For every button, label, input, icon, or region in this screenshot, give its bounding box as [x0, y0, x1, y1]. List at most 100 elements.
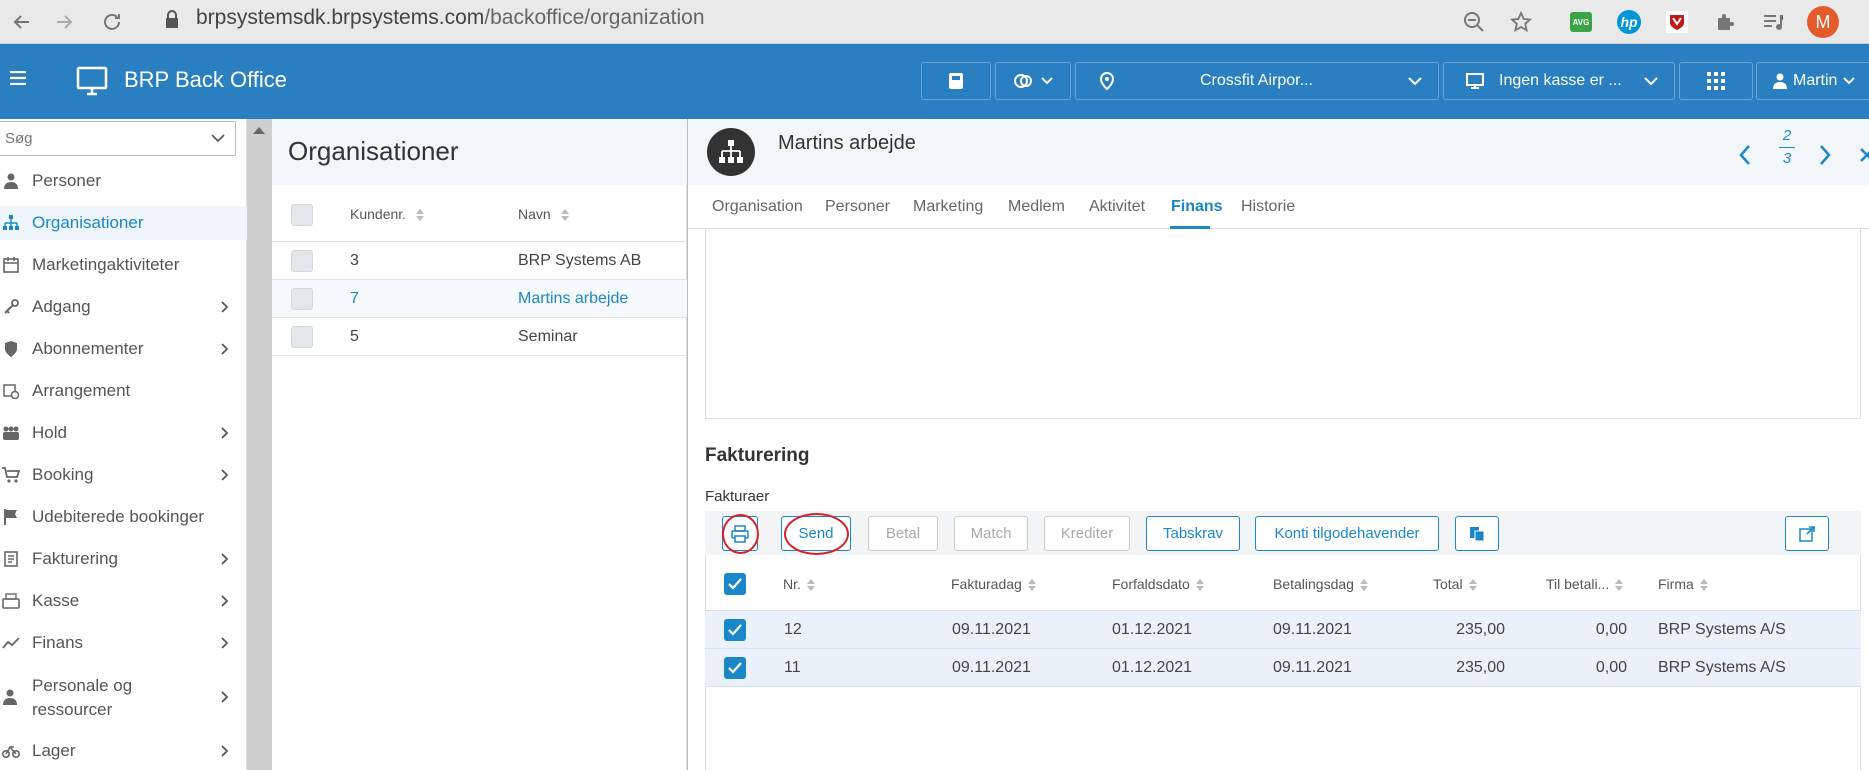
sidebar-item-label: Abonnementer: [32, 339, 144, 358]
browser-toolbar: brpsystemsdk.brpsystems.com/backoffice/o…: [0, 0, 1869, 44]
tab-historie[interactable]: Historie: [1241, 198, 1295, 216]
chevron-down-icon: [1843, 77, 1856, 85]
sidebar-item-kasse[interactable]: Kasse: [0, 584, 247, 618]
sidebar-item-personer[interactable]: Personer: [0, 164, 247, 198]
betal-button[interactable]: Betal: [868, 516, 938, 551]
sidebar-item-abonnementer[interactable]: Abonnementer: [0, 332, 247, 366]
column-header-navn[interactable]: Navn: [518, 206, 569, 222]
extension-mcafee[interactable]: [1663, 8, 1691, 36]
ticket-menu-button[interactable]: [995, 62, 1071, 100]
tab-finans[interactable]: Finans: [1171, 198, 1223, 216]
check-icon: [728, 624, 742, 636]
tab-aktivitet[interactable]: Aktivitet: [1089, 198, 1145, 216]
scroll-up-arrow-icon[interactable]: [253, 126, 265, 134]
app-header: BRP Back Office Crossfit Airpor... Ingen…: [0, 44, 1869, 119]
invoice-row[interactable]: 12 09.11.2021 01.12.2021 09.11.2021 235,…: [705, 611, 1861, 649]
register-selector[interactable]: Ingen kasse er ...: [1443, 62, 1675, 100]
sidebar-item-label: Arrangement: [32, 381, 131, 400]
column-header-label: Fakturadag: [951, 576, 1022, 592]
sidebar-item-hold[interactable]: Hold: [0, 416, 247, 450]
calculator-button[interactable]: [921, 62, 991, 100]
copy-documents-button[interactable]: [1455, 516, 1499, 551]
tab-organisation[interactable]: Organisation: [712, 198, 803, 216]
sidebar-item-udebiterede-bookinger[interactable]: Udebiterede bookinger: [0, 500, 247, 534]
row-checkbox[interactable]: [724, 657, 746, 679]
menu-toggle-button[interactable]: [10, 71, 26, 85]
reload-button[interactable]: [90, 0, 134, 44]
url-host: brpsystemsdk.brpsystems.com: [196, 6, 485, 29]
sidebar-item-label: Fakturering: [32, 549, 118, 568]
column-header-total[interactable]: Total: [1433, 576, 1477, 592]
sidebar-item-label: Lager: [32, 741, 76, 760]
column-header-firma[interactable]: Firma: [1658, 576, 1708, 592]
table-row[interactable]: 3 BRP Systems AB: [272, 242, 687, 280]
extension-avg[interactable]: AVG: [1567, 8, 1595, 36]
tab-personer[interactable]: Personer: [825, 198, 890, 216]
user-menu-button[interactable]: Martin: [1756, 62, 1869, 100]
column-header-label: Firma: [1658, 576, 1694, 592]
column-header-kundenr[interactable]: Kundenr.: [350, 206, 424, 222]
trend-icon: [0, 637, 22, 649]
column-header-label: Til betali...: [1546, 576, 1610, 592]
tab-marketing[interactable]: Marketing: [913, 198, 983, 216]
column-header-nr[interactable]: Nr.: [783, 576, 815, 592]
search-input[interactable]: [0, 122, 197, 155]
column-header-forfaldsdato[interactable]: Forfaldsdato: [1112, 576, 1204, 592]
table-row[interactable]: 7 Martins arbejde: [272, 280, 687, 318]
sidebar-search[interactable]: [0, 121, 236, 156]
next-record-button[interactable]: [1818, 130, 1832, 166]
bookmark-button[interactable]: [1507, 8, 1535, 36]
profile-avatar[interactable]: M: [1807, 6, 1839, 38]
select-all-invoices-checkbox[interactable]: [724, 573, 746, 595]
sidebar-item-label: Kasse: [32, 591, 80, 610]
address-bar[interactable]: brpsystemsdk.brpsystems.com/backoffice/o…: [196, 6, 705, 30]
sidebar-item-booking[interactable]: Booking: [0, 458, 247, 492]
konti-tilgodehavender-button[interactable]: Konti tilgodehavender: [1255, 516, 1439, 551]
mcafee-shield-icon: [1666, 11, 1688, 33]
apps-grid-button[interactable]: [1679, 62, 1753, 100]
row-checkbox[interactable]: [291, 326, 313, 348]
calendar-icon: [0, 257, 22, 273]
sidebar-item-personale-og-ressourcer[interactable]: Personale og ressourcer: [0, 672, 247, 722]
column-header-til-betaling[interactable]: Til betali...: [1546, 576, 1624, 592]
row-checkbox[interactable]: [724, 619, 746, 641]
close-detail-button[interactable]: [1860, 130, 1869, 166]
app-title: BRP Back Office: [124, 67, 288, 92]
tab-medlem[interactable]: Medlem: [1008, 198, 1065, 216]
select-all-checkbox[interactable]: [291, 204, 313, 226]
reading-list-button[interactable]: [1759, 8, 1787, 36]
table-row[interactable]: 5 Seminar: [272, 318, 687, 356]
url-path: /backoffice/organization: [484, 6, 705, 29]
sidebar-item-fakturering[interactable]: Fakturering: [0, 542, 247, 576]
row-checkbox[interactable]: [291, 288, 313, 310]
zoom-button[interactable]: [1460, 8, 1488, 36]
previous-record-button[interactable]: [1738, 130, 1752, 166]
column-header-fakturadag[interactable]: Fakturadag: [951, 576, 1036, 592]
expand-button[interactable]: [1785, 516, 1829, 551]
detail-title: Martins arbejde: [778, 132, 916, 154]
row-checkbox[interactable]: [291, 250, 313, 272]
match-button[interactable]: Match: [954, 516, 1028, 551]
krediter-button[interactable]: Krediter: [1044, 516, 1130, 551]
sidebar-item-arrangement[interactable]: Arrangement: [0, 374, 247, 408]
profile-initial: M: [1815, 11, 1831, 32]
location-selector[interactable]: Crossfit Airpor...: [1075, 62, 1439, 100]
sidebar-item-marketingaktiviteter[interactable]: Marketingaktiviteter: [0, 248, 247, 282]
cash-register-icon: [0, 593, 22, 609]
forward-button[interactable]: [42, 0, 86, 44]
sidebar-item-finans[interactable]: Finans: [0, 626, 247, 660]
sidebar-item-adgang[interactable]: Adgang: [0, 290, 247, 324]
column-header-betalingsdag[interactable]: Betalingsdag: [1273, 576, 1368, 592]
sidebar-scrollbar[interactable]: [247, 119, 272, 770]
key-icon: [0, 299, 22, 315]
back-button[interactable]: [0, 0, 44, 44]
chevron-right-icon: [221, 343, 229, 355]
cell-kundenr: 3: [350, 252, 359, 269]
sidebar-item-organisationer[interactable]: Organisationer: [0, 206, 247, 240]
extensions-button[interactable]: [1711, 8, 1739, 36]
invoice-row[interactable]: 11 09.11.2021 01.12.2021 09.11.2021 235,…: [705, 649, 1861, 687]
extension-hp[interactable]: hp: [1615, 8, 1643, 36]
sidebar-item-lager[interactable]: Lager: [0, 734, 247, 768]
column-header-label: Navn: [518, 206, 551, 222]
tabskrav-button[interactable]: Tabskrav: [1146, 516, 1240, 551]
